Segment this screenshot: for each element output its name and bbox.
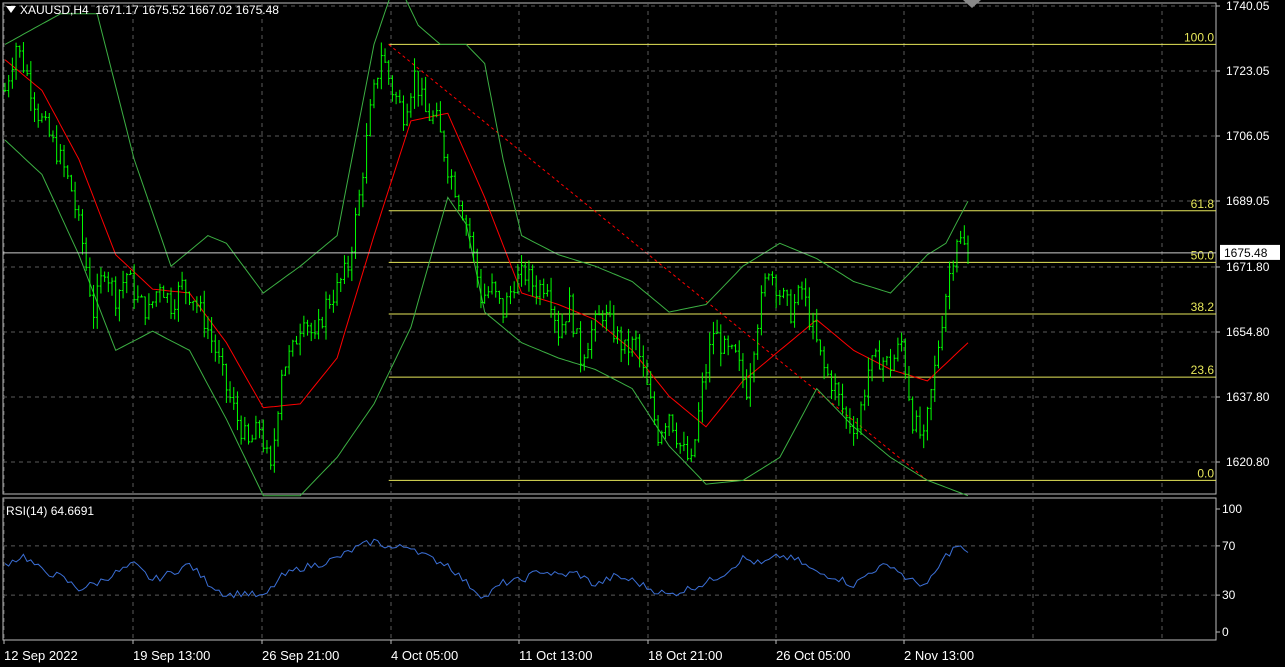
x-tick-label: 2 Nov 13:00: [904, 648, 974, 663]
fibonacci-retracement: 100.0 61.8 50.0 38.2 23.6 0.0: [388, 30, 1216, 481]
bollinger-lower-band: [4, 139, 969, 497]
rsi-tick-label: 70: [1222, 539, 1236, 553]
y-tick-label: 1654.80: [1226, 325, 1270, 339]
rsi-line: [4, 538, 969, 599]
grid-lines: [3, 3, 1216, 640]
fib-level-label: 23.6: [1191, 363, 1215, 377]
x-tick-label: 26 Oct 05:00: [776, 648, 850, 663]
rsi-header: RSI(14) 64.6691: [6, 504, 94, 518]
fib-level-label: 61.8: [1191, 197, 1215, 211]
chart-header: XAUUSD,H4 1671.17 1675.52 1667.02 1675.4…: [6, 3, 279, 17]
bollinger-upper-band: [4, 0, 969, 313]
chart-svg: 1740.05 1723.05 1706.05 1689.05 1671.80 1654.…: [2, 0, 1280, 663]
rsi-value: 64.6691: [50, 504, 95, 518]
x-tick-label: 18 Oct 21:00: [648, 648, 722, 663]
high-value: 1675.52: [142, 3, 186, 17]
moving-average-line: [4, 59, 969, 428]
fib-level-label: 0.0: [1197, 466, 1214, 480]
candles: [3, 42, 970, 473]
rsi-tick-label: 0: [1222, 625, 1229, 639]
symbol-dropdown-icon[interactable]: [6, 6, 16, 13]
x-tick-label: 4 Oct 05:00: [391, 648, 458, 663]
y-tick-label: 1706.05: [1226, 129, 1270, 143]
x-tick-label: 19 Sep 13:00: [133, 648, 210, 663]
fib-level-label: 50.0: [1191, 248, 1215, 262]
fib-level-label: 100.0: [1184, 30, 1214, 44]
open-value: 1671.17: [95, 3, 139, 17]
x-tick-label: 26 Sep 21:00: [262, 648, 339, 663]
y-tick-label: 1620.80: [1226, 455, 1270, 469]
fib-level-label: 38.2: [1191, 300, 1215, 314]
y-tick-label: 1637.80: [1226, 390, 1270, 404]
low-value: 1667.02: [188, 3, 233, 17]
rsi-tick-label: 30: [1222, 588, 1236, 602]
x-tick-label: 12 Sep 2022: [4, 648, 78, 663]
chart-window: 1740.05 1723.05 1706.05 1689.05 1671.80 1654.…: [0, 0, 1285, 667]
y-tick-label: 1740.05: [1226, 0, 1270, 13]
rsi-panel-frame: [2, 497, 1217, 641]
x-tick-label: 11 Oct 13:00: [519, 648, 592, 663]
rsi-tick-label: 100: [1222, 502, 1242, 516]
close-value: 1675.48: [235, 3, 279, 17]
symbol-label: XAUUSD,H4: [20, 3, 89, 17]
chart-shift-marker-icon: [963, 0, 981, 8]
rsi-label: RSI(14): [6, 504, 48, 518]
current-price-label: 1675.48: [1224, 246, 1268, 260]
y-tick-label: 1723.05: [1226, 64, 1270, 78]
y-tick-label: 1671.80: [1226, 260, 1270, 274]
y-tick-label: 1689.05: [1226, 194, 1270, 208]
main-panel-frame: [2, 2, 1217, 495]
